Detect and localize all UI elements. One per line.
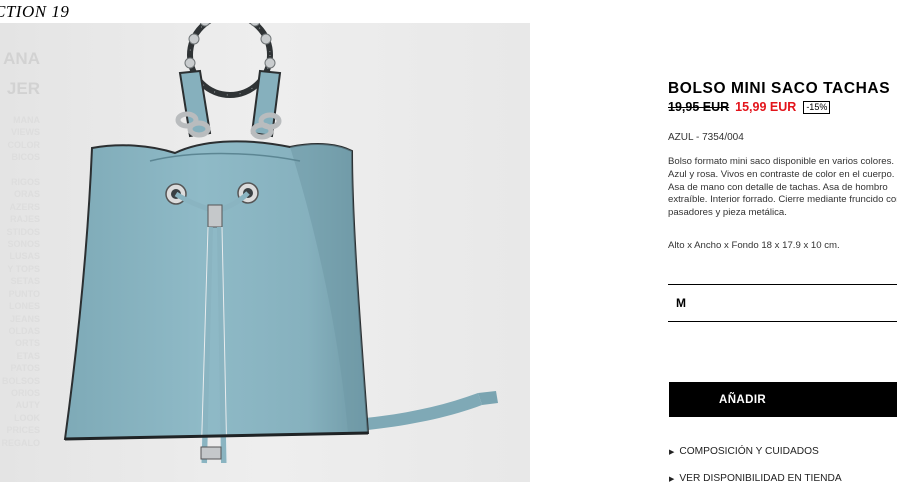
link-label: COMPOSICIÓN Y CUIDADOS xyxy=(679,446,819,457)
sidebar-item[interactable]: COLOR xyxy=(0,139,41,151)
sidebar-item[interactable]: RIGOS xyxy=(0,176,40,188)
sidebar-item[interactable]: RAJES xyxy=(0,213,40,225)
price-row: 19,95 EUR 15,99 EUR -15% xyxy=(668,100,897,114)
sidebar-item[interactable]: BOLSOS xyxy=(0,375,40,387)
product-description: Bolso formato mini saco disponible en va… xyxy=(668,156,897,219)
product-image[interactable] xyxy=(0,23,530,482)
composition-care-link[interactable]: ▶ COMPOSICIÓN Y CUIDADOS xyxy=(669,446,819,457)
sidebar-item[interactable]: LUSAS xyxy=(0,250,40,262)
sidebar-item[interactable]: BICOS xyxy=(0,151,40,163)
sidebar-item[interactable]: AZERS xyxy=(0,201,40,213)
sidebar-heading[interactable]: JER xyxy=(0,74,40,104)
collection-title: CTION 19 xyxy=(0,2,70,21)
sidebar-item[interactable]: ORIOS xyxy=(0,387,40,399)
sidebar-item[interactable]: PRICES xyxy=(0,424,40,436)
sidebar-item[interactable]: LOOK xyxy=(0,412,40,424)
store-availability-link[interactable]: ▶ VER DISPONIBILIDAD EN TIENDA xyxy=(669,473,842,484)
caret-right-icon: ▶ xyxy=(669,475,675,483)
sidebar-item[interactable]: ORTS xyxy=(0,337,40,349)
sidebar-item[interactable]: ORAS xyxy=(0,188,40,200)
sidebar-item[interactable]: PATOS xyxy=(0,362,40,374)
bag-illustration xyxy=(0,23,530,482)
sidebar-item[interactable]: Y TOPS xyxy=(0,263,40,275)
sidebar-item[interactable]: JEANS xyxy=(0,313,40,325)
sidebar-item[interactable]: AUTY xyxy=(0,399,41,411)
old-price: 19,95 EUR xyxy=(668,100,730,114)
sidebar-item[interactable]: PUNTO xyxy=(0,288,40,300)
sidebar-item[interactable]: STIDOS xyxy=(0,226,40,238)
category-sidebar: ANA JER MANA VIEWS COLOR BICOS RIGOS ORA… xyxy=(0,44,40,449)
sidebar-item[interactable]: MANA xyxy=(0,114,40,126)
add-to-cart-button[interactable]: AÑADIR xyxy=(669,382,897,417)
link-label: VER DISPONIBILIDAD EN TIENDA xyxy=(679,473,842,484)
sidebar-heading[interactable]: ANA xyxy=(0,44,40,74)
sidebar-item[interactable]: SETAS xyxy=(0,275,40,287)
product-dimensions: Alto x Ancho x Fondo 18 x 17.9 x 10 cm. xyxy=(668,240,840,251)
color-reference: AZUL - 7354/004 xyxy=(668,132,744,143)
discount-badge: -15% xyxy=(803,100,831,114)
caret-right-icon: ▶ xyxy=(669,448,675,456)
size-value: M xyxy=(676,296,686,310)
product-title: BOLSO MINI SACO TACHAS xyxy=(668,80,891,97)
sidebar-item[interactable]: REGALO xyxy=(0,437,40,449)
sale-price: 15,99 EUR xyxy=(735,100,797,114)
sidebar-item[interactable]: SONOS xyxy=(0,238,40,250)
product-info: BOLSO MINI SACO TACHAS 19,95 EUR 15,99 E… xyxy=(668,80,897,270)
sidebar-item[interactable]: VIEWS xyxy=(0,126,40,138)
size-selector[interactable]: M xyxy=(668,284,897,322)
sidebar-item[interactable]: ETAS xyxy=(0,350,40,362)
sidebar-item[interactable]: LONES xyxy=(0,300,40,312)
sidebar-item[interactable]: OLDAS xyxy=(0,325,41,337)
